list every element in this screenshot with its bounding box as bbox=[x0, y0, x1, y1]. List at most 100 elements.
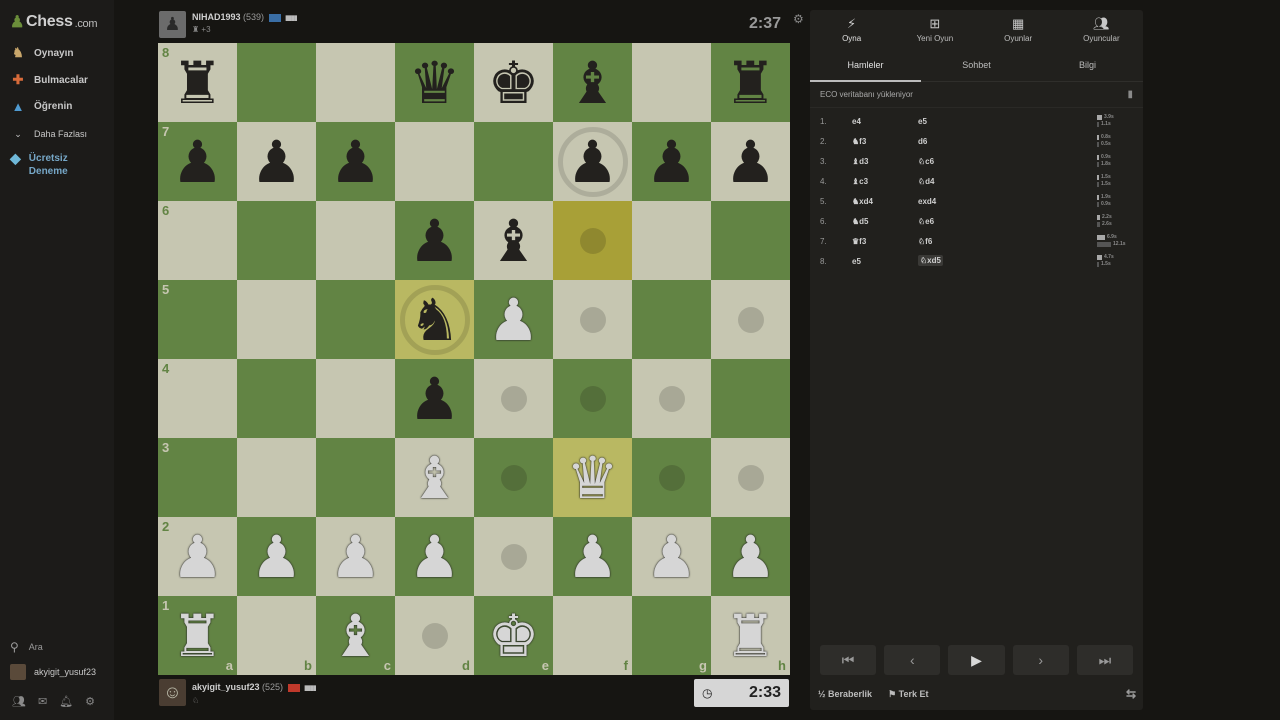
sidebar-search[interactable]: ⚲ Ara bbox=[10, 640, 43, 654]
square-g2[interactable]: ♟ bbox=[632, 517, 711, 596]
square-f6[interactable] bbox=[553, 201, 632, 280]
black-rook-icon[interactable]: ♜ bbox=[172, 54, 224, 112]
square-b2[interactable]: ♟ bbox=[237, 517, 316, 596]
white-move[interactable]: e5 bbox=[852, 257, 861, 266]
square-d7[interactable] bbox=[395, 122, 474, 201]
free-trial-link[interactable]: ◆ Ücretsiz Deneme bbox=[10, 151, 68, 178]
sidebar-item-more[interactable]: ⌄ Daha Fazlası bbox=[10, 126, 87, 142]
square-e1[interactable]: e ♚ bbox=[474, 596, 553, 675]
black-bishop-icon[interactable]: ♝ bbox=[488, 212, 540, 270]
board-settings-icon[interactable]: ⚙ bbox=[793, 12, 804, 26]
square-c1[interactable]: c ♝ bbox=[316, 596, 395, 675]
white-move[interactable]: ♞d5 bbox=[852, 217, 869, 226]
square-c8[interactable] bbox=[316, 43, 395, 122]
white-pawn-icon[interactable]: ♟ bbox=[251, 528, 303, 586]
friends-icon[interactable]: 👥︎ bbox=[12, 695, 26, 708]
square-h8[interactable]: ♜ bbox=[711, 43, 790, 122]
square-e2[interactable] bbox=[474, 517, 553, 596]
square-a4[interactable]: 4 bbox=[158, 359, 237, 438]
white-queen-icon[interactable]: ♛ bbox=[567, 449, 619, 507]
black-move[interactable]: ♘f6 bbox=[918, 237, 932, 246]
square-a1[interactable]: 1 a ♜ bbox=[158, 596, 237, 675]
tab-chat[interactable]: Sohbet bbox=[921, 48, 1032, 81]
square-b6[interactable] bbox=[237, 201, 316, 280]
last-move-button[interactable]: ⏭ bbox=[1076, 645, 1134, 675]
black-move[interactable]: d6 bbox=[918, 137, 927, 146]
square-g8[interactable] bbox=[632, 43, 711, 122]
white-pawn-icon[interactable]: ♟ bbox=[646, 528, 698, 586]
square-h6[interactable] bbox=[711, 201, 790, 280]
black-pawn-icon[interactable]: ♟ bbox=[646, 133, 698, 191]
square-d8[interactable]: ♛ bbox=[395, 43, 474, 122]
square-f5[interactable] bbox=[553, 280, 632, 359]
black-move[interactable]: exd4 bbox=[918, 197, 936, 206]
square-f1[interactable]: f bbox=[553, 596, 632, 675]
square-d4[interactable]: ♟ bbox=[395, 359, 474, 438]
square-h1[interactable]: h ♜ bbox=[711, 596, 790, 675]
white-move[interactable]: ♞f3 bbox=[852, 137, 866, 146]
square-a5[interactable]: 5 bbox=[158, 280, 237, 359]
square-e5[interactable]: ♟ bbox=[474, 280, 553, 359]
black-pawn-icon[interactable]: ♟ bbox=[409, 370, 461, 428]
square-f8[interactable]: ♝ bbox=[553, 43, 632, 122]
capture-hint[interactable] bbox=[557, 126, 628, 197]
white-pawn-icon[interactable]: ♟ bbox=[567, 528, 619, 586]
move-hint[interactable] bbox=[658, 464, 685, 491]
black-bishop-icon[interactable]: ♝ bbox=[567, 54, 619, 112]
white-bishop-icon[interactable]: ♝ bbox=[409, 449, 461, 507]
move-hint[interactable] bbox=[500, 464, 527, 491]
square-h7[interactable]: ♟ bbox=[711, 122, 790, 201]
bell-icon[interactable]: 🔔︎ bbox=[59, 695, 73, 708]
opponent-name[interactable]: NIHAD1993 bbox=[192, 12, 241, 22]
black-move[interactable]: ♘d4 bbox=[918, 177, 935, 186]
sidebar-item-learn[interactable]: ▲ Öğrenin bbox=[10, 98, 73, 114]
white-pawn-icon[interactable]: ♟ bbox=[330, 528, 382, 586]
tab-play[interactable]: ⚡︎ Oyna bbox=[810, 10, 893, 48]
play-button[interactable]: ▶ bbox=[948, 645, 1005, 675]
tab-games[interactable]: ▦ Oyunlar bbox=[977, 10, 1060, 48]
resign-button[interactable]: ⚑ Terk Et bbox=[888, 689, 928, 700]
square-a6[interactable]: 6 bbox=[158, 201, 237, 280]
square-f7[interactable]: ♟ bbox=[553, 122, 632, 201]
square-g1[interactable]: g bbox=[632, 596, 711, 675]
square-a3[interactable]: 3 bbox=[158, 438, 237, 517]
move-hint[interactable] bbox=[421, 622, 448, 649]
next-move-button[interactable]: › bbox=[1012, 645, 1069, 675]
move-hint[interactable] bbox=[579, 385, 606, 412]
square-c5[interactable] bbox=[316, 280, 395, 359]
white-king-icon[interactable]: ♚ bbox=[488, 607, 540, 665]
draw-button[interactable]: ½ Beraberlik bbox=[818, 689, 872, 699]
white-rook-icon[interactable]: ♜ bbox=[172, 607, 224, 665]
black-pawn-icon[interactable]: ♟ bbox=[409, 212, 461, 270]
square-d5[interactable]: ♞ bbox=[395, 280, 474, 359]
white-bishop-icon[interactable]: ♝ bbox=[330, 607, 382, 665]
square-h2[interactable]: ♟ bbox=[711, 517, 790, 596]
previous-move-button[interactable]: ‹ bbox=[884, 645, 941, 675]
square-a2[interactable]: 2 ♟ bbox=[158, 517, 237, 596]
white-move[interactable]: ♛f3 bbox=[852, 237, 866, 246]
square-d6[interactable]: ♟ bbox=[395, 201, 474, 280]
white-move[interactable]: ♝d3 bbox=[852, 157, 869, 166]
square-c3[interactable] bbox=[316, 438, 395, 517]
black-pawn-icon[interactable]: ♟ bbox=[725, 133, 777, 191]
square-b1[interactable]: b bbox=[237, 596, 316, 675]
square-a8[interactable]: 8 ♜ bbox=[158, 43, 237, 122]
square-e6[interactable]: ♝ bbox=[474, 201, 553, 280]
square-b3[interactable] bbox=[237, 438, 316, 517]
move-hint[interactable] bbox=[737, 464, 764, 491]
square-d1[interactable]: d bbox=[395, 596, 474, 675]
square-e4[interactable] bbox=[474, 359, 553, 438]
square-h5[interactable] bbox=[711, 280, 790, 359]
white-rook-icon[interactable]: ♜ bbox=[725, 607, 777, 665]
square-h4[interactable] bbox=[711, 359, 790, 438]
sidebar-item-puzzles[interactable]: ✚ Bulmacalar bbox=[10, 72, 88, 88]
white-pawn-icon[interactable]: ♟ bbox=[409, 528, 461, 586]
first-move-button[interactable]: ⏮ bbox=[820, 645, 877, 675]
square-f4[interactable] bbox=[553, 359, 632, 438]
square-b4[interactable] bbox=[237, 359, 316, 438]
black-queen-icon[interactable]: ♛ bbox=[409, 54, 461, 112]
tab-players[interactable]: 👥︎ Oyuncular bbox=[1060, 10, 1143, 48]
square-c2[interactable]: ♟ bbox=[316, 517, 395, 596]
white-pawn-icon[interactable]: ♟ bbox=[172, 528, 224, 586]
square-g4[interactable] bbox=[632, 359, 711, 438]
